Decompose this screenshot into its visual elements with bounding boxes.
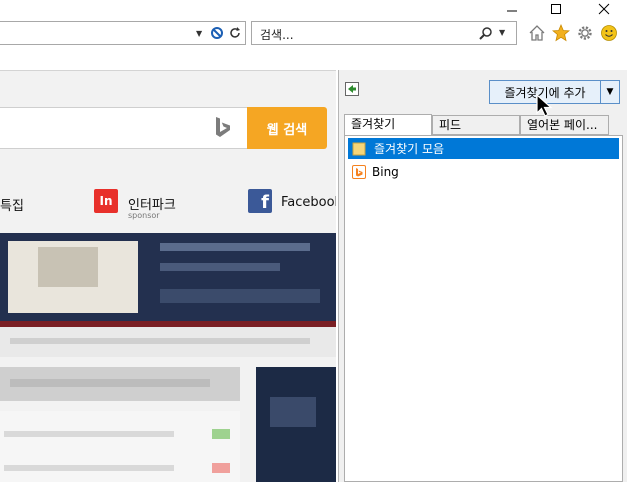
mouse-cursor-icon	[536, 94, 553, 117]
favorites-list: 즐겨찾기 모음 Bing	[344, 135, 623, 482]
pin-pane-icon[interactable]	[345, 82, 359, 96]
list-item-label: 즐겨찾기 모음	[374, 142, 445, 156]
list-item-label: Bing	[372, 164, 399, 179]
web-search-button[interactable]: 웹 검색	[247, 107, 327, 149]
title-bar	[0, 0, 627, 18]
list-item[interactable]: Bing	[348, 161, 619, 182]
refresh-icon[interactable]	[228, 26, 242, 40]
stop-icon[interactable]	[210, 26, 224, 40]
address-bar[interactable]: ▼	[0, 21, 246, 45]
blurred-banner	[0, 233, 336, 321]
tab-favorites[interactable]: 즐겨찾기	[344, 114, 432, 136]
search-icon[interactable]	[478, 26, 494, 42]
list-item[interactable]: 즐겨찾기 모음	[348, 138, 619, 159]
folder-icon	[352, 142, 366, 155]
shortcut-label-facebook[interactable]: Facebook	[281, 195, 336, 210]
blurred-tabs	[0, 367, 240, 401]
web-page: 웹 검색 특집 In 인터파크 sponsor f Facebook	[0, 70, 336, 482]
address-dropdown-icon[interactable]: ▼	[196, 29, 202, 38]
favorites-pane: 즐겨찾기에 추가 ▼ 즐겨찾기 피드 열어본 페이... 즐겨찾기 모음 Bin…	[338, 70, 627, 482]
minimize-icon	[507, 10, 517, 12]
home-icon[interactable]	[527, 23, 547, 43]
search-input[interactable]: 검색...	[260, 26, 294, 43]
smiley-icon[interactable]	[599, 23, 619, 43]
search-box[interactable]: 검색... ▼	[251, 21, 517, 45]
minimize-button[interactable]	[497, 0, 527, 18]
shortcut-label-special[interactable]: 특집	[0, 195, 24, 214]
bing-icon	[352, 164, 366, 179]
gear-icon[interactable]	[575, 23, 595, 43]
search-dropdown-icon[interactable]: ▼	[499, 28, 505, 37]
maximize-button[interactable]	[541, 0, 571, 18]
close-button[interactable]	[589, 0, 619, 18]
bing-logo-icon	[216, 117, 230, 137]
add-to-favorites-dropdown[interactable]: ▼	[600, 80, 620, 104]
bing-search-input[interactable]	[0, 107, 248, 149]
blurred-list	[0, 411, 240, 482]
close-icon	[598, 3, 610, 15]
blurred-menu-row	[0, 327, 336, 357]
maximize-icon	[551, 4, 561, 14]
facebook-logo-icon[interactable]: f	[248, 189, 272, 213]
interpark-logo-icon[interactable]: In	[94, 189, 118, 213]
tab-history[interactable]: 열어본 페이...	[520, 115, 609, 135]
sponsor-label: sponsor	[128, 211, 160, 220]
blurred-side-block	[256, 367, 336, 482]
chevron-down-icon: ▼	[606, 87, 614, 97]
star-icon[interactable]	[551, 23, 571, 43]
tab-feeds[interactable]: 피드	[432, 115, 520, 135]
